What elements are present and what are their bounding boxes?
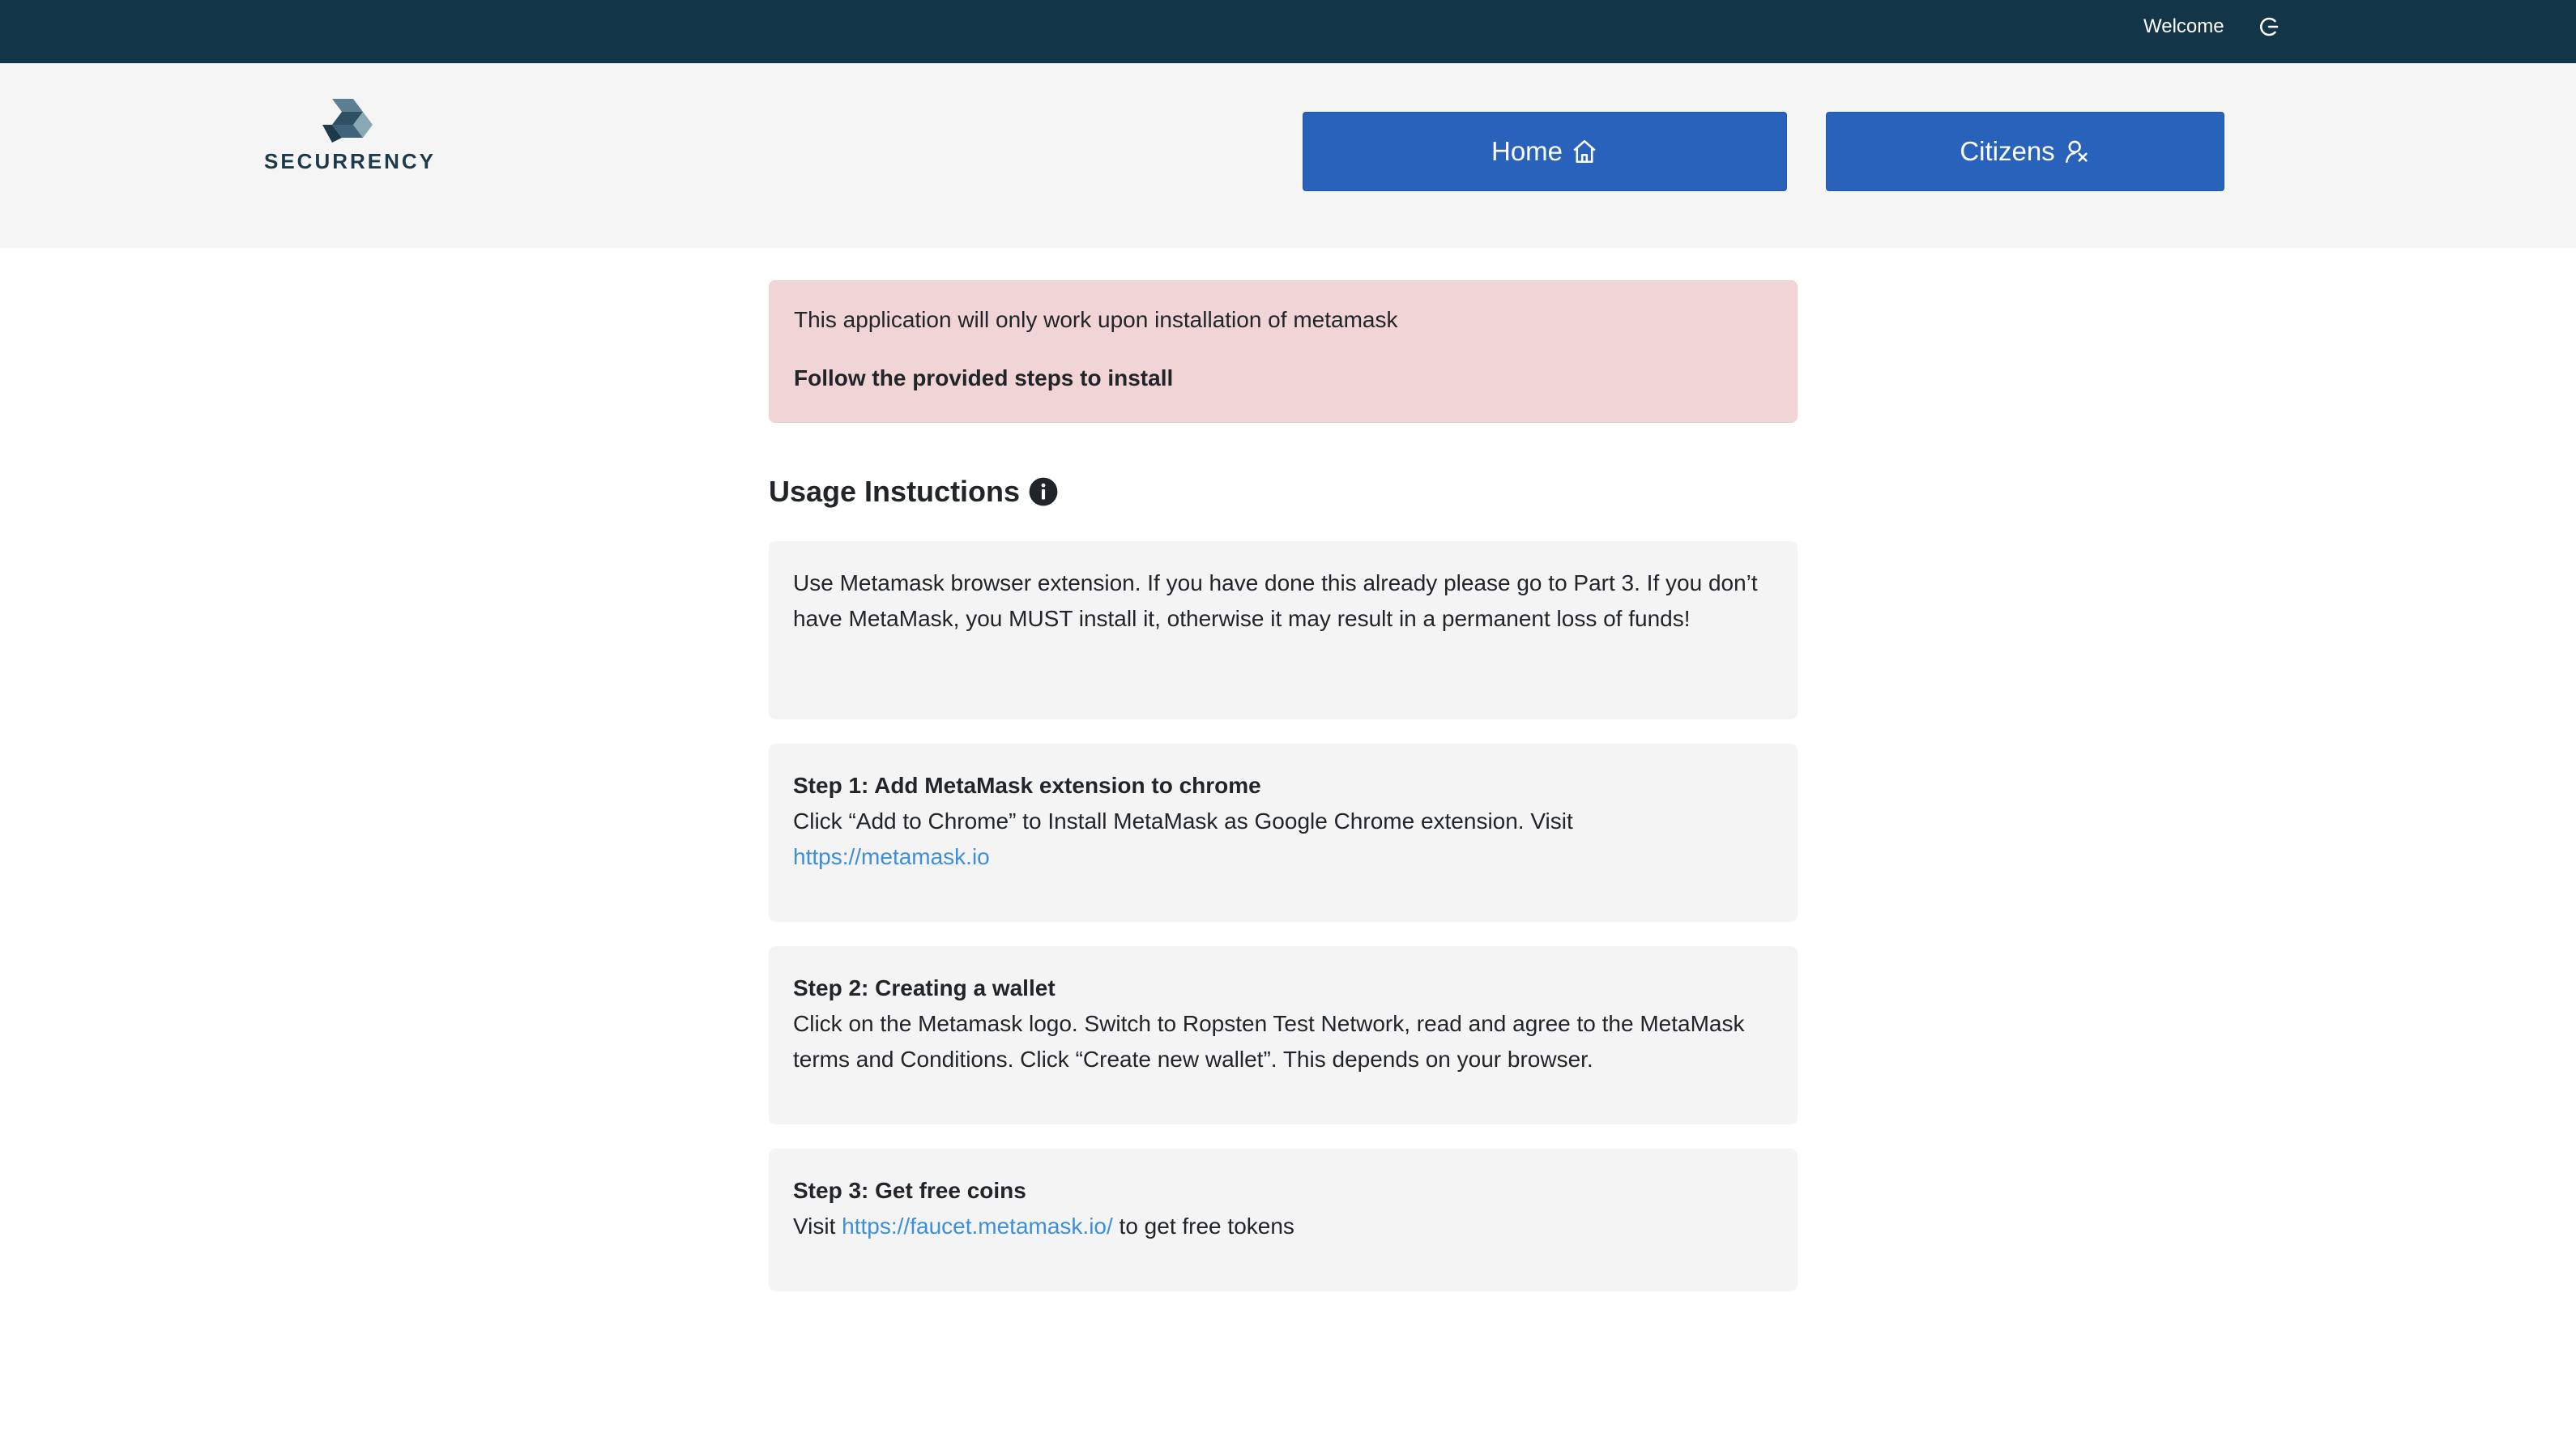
securrency-logo[interactable]: SECURRENCY xyxy=(253,99,447,180)
step3-text-after: to get free tokens xyxy=(1119,1214,1294,1239)
home-button-label: Home xyxy=(1491,136,1563,166)
top-bar: Welcome xyxy=(0,0,2576,63)
step2-text: Click on the Metamask logo. Switch to Ro… xyxy=(793,1011,1745,1072)
step3-card: Step 3: Get free coins Visit https://fau… xyxy=(769,1149,1798,1291)
logo-text: SECURRENCY xyxy=(263,149,437,173)
step1-card: Step 1: Add MetaMask extension to chrome… xyxy=(769,744,1798,922)
home-icon xyxy=(1573,139,1596,164)
metamask-link[interactable]: https://metamask.io xyxy=(793,844,990,869)
citizens-button-label: Citizens xyxy=(1960,136,2055,166)
usage-instructions-title: Usage Instuctions xyxy=(769,475,1059,509)
home-button[interactable]: Home xyxy=(1303,112,1787,191)
alert-instruction: Follow the provided steps to install xyxy=(794,365,1174,390)
metamask-alert: This application will only work upon ins… xyxy=(769,280,1798,423)
step2-heading: Step 2: Creating a wallet xyxy=(793,975,1056,1000)
alert-message: This application will only work upon ins… xyxy=(794,307,1398,332)
step3-text-before: Visit xyxy=(793,1214,836,1239)
citizens-button[interactable]: Citizens xyxy=(1826,112,2224,191)
step2-card: Step 2: Creating a wallet Click on the M… xyxy=(769,946,1798,1124)
faucet-link[interactable]: https://faucet.metamask.io/ xyxy=(842,1214,1113,1239)
welcome-text: Welcome xyxy=(2143,15,2224,37)
info-icon[interactable] xyxy=(1028,476,1059,507)
step1-text: Click “Add to Chrome” to Install MetaMas… xyxy=(793,808,1573,834)
logout-icon[interactable] xyxy=(2257,15,2281,39)
intro-card: Use Metamask browser extension. If you h… xyxy=(769,541,1798,719)
step1-heading: Step 1: Add MetaMask extension to chrome xyxy=(793,773,1261,798)
intro-text: Use Metamask browser extension. If you h… xyxy=(793,570,1758,631)
citizens-icon xyxy=(2065,140,2088,164)
logo-mark-icon xyxy=(322,99,373,143)
usage-title-text: Usage Instuctions xyxy=(769,475,1021,508)
step3-heading: Step 3: Get free coins xyxy=(793,1178,1026,1203)
